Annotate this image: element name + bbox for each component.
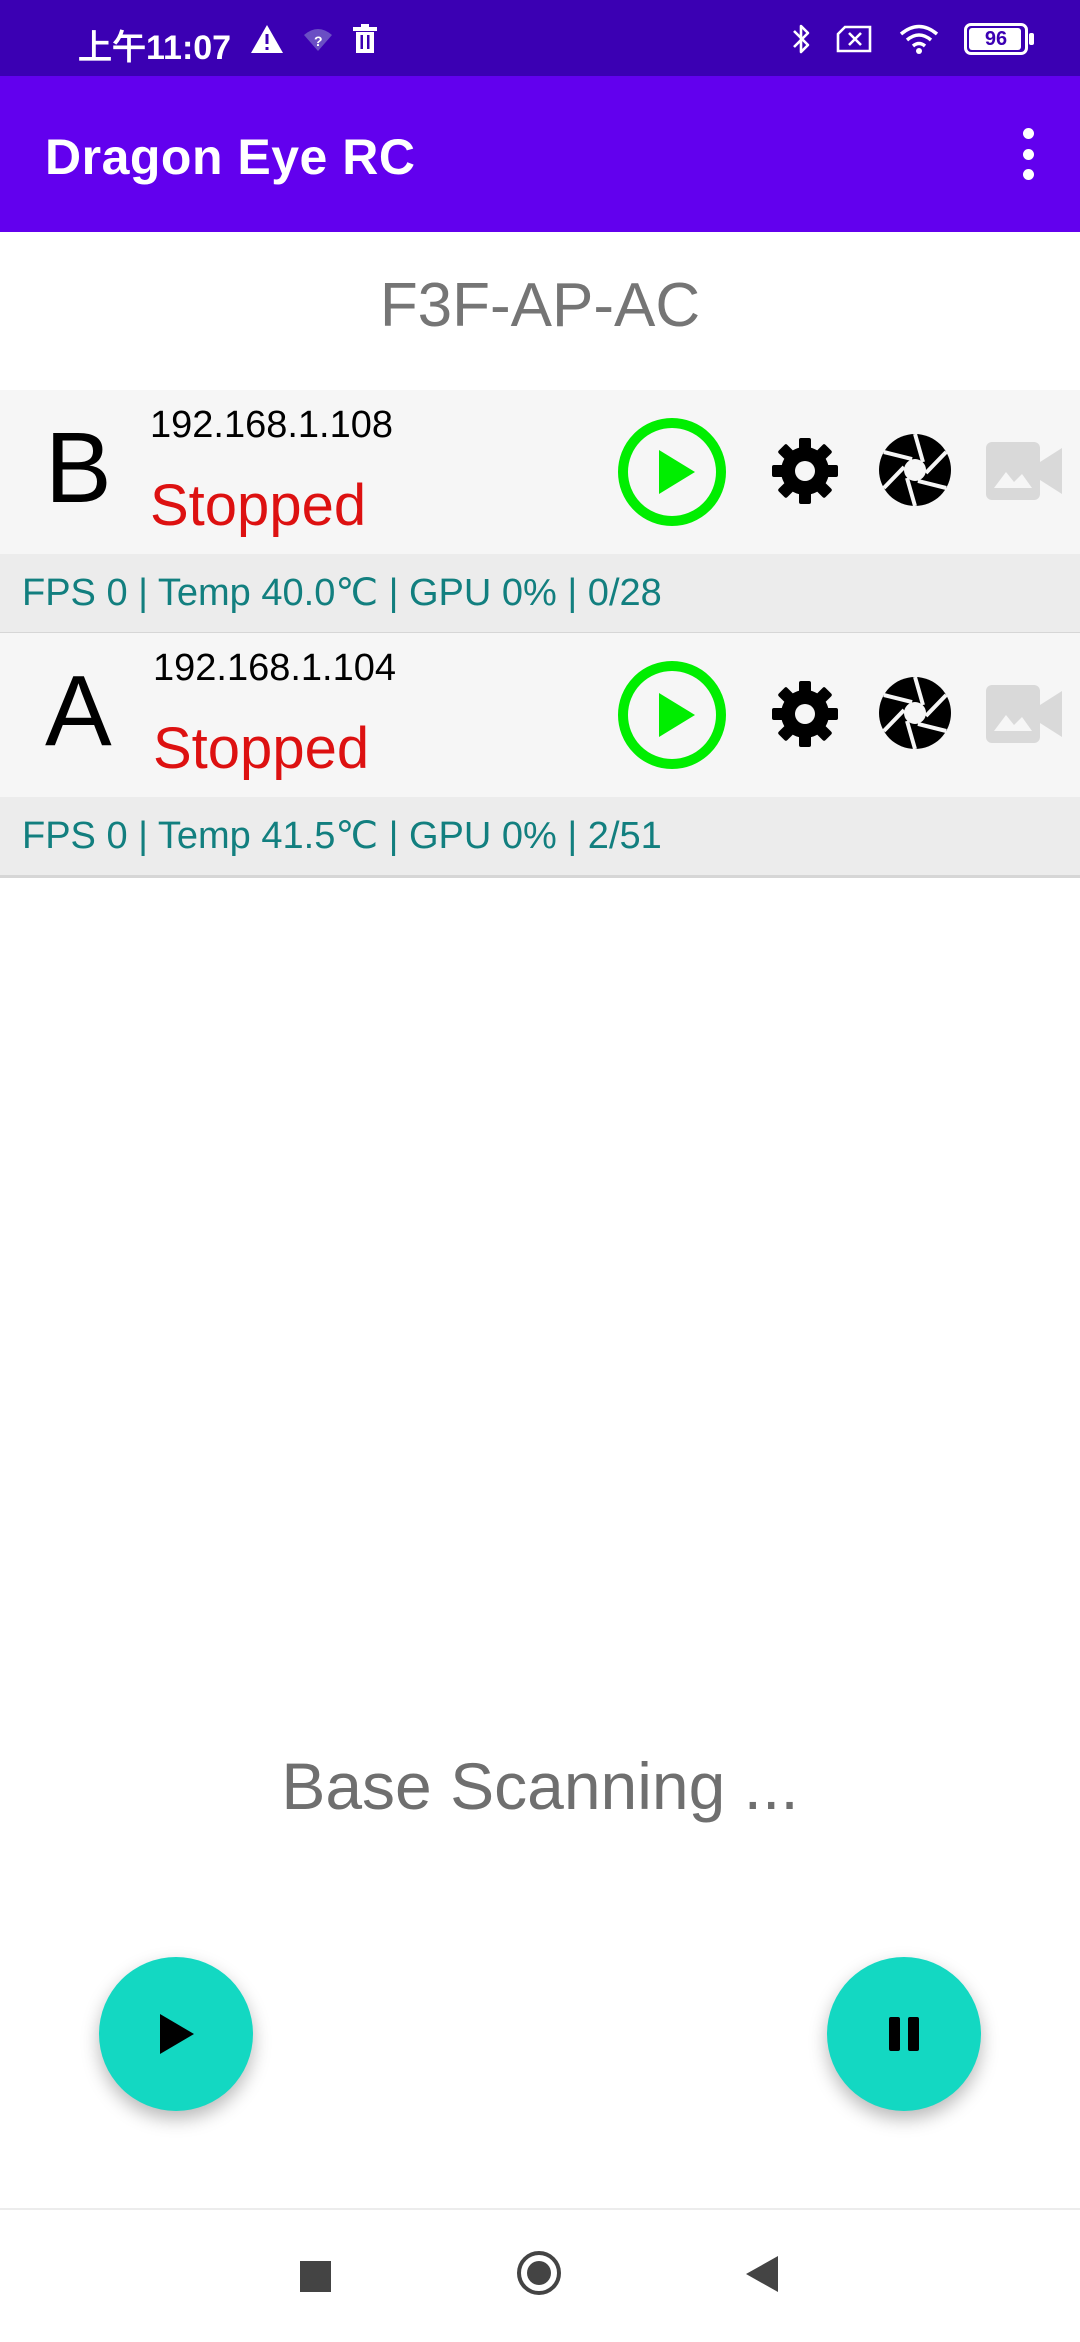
back-triangle-icon[interactable] bbox=[744, 2254, 780, 2294]
trash-icon bbox=[353, 24, 377, 53]
device-status: Stopped bbox=[150, 473, 367, 538]
device-ip: 192.168.1.104 bbox=[153, 647, 397, 689]
status-right-icons: 96 bbox=[790, 22, 1034, 56]
battery-level: 96 bbox=[984, 27, 1008, 50]
overflow-menu-icon[interactable] bbox=[1018, 128, 1038, 180]
camera-shutter-icon[interactable] bbox=[877, 675, 953, 751]
status-left-icons: ? bbox=[250, 24, 378, 54]
scan-status: Base Scanning ... bbox=[281, 1749, 799, 1823]
device-row-b: B 192.168.1.108 Stopped FPS 0 | Temp 40.… bbox=[0, 390, 1080, 635]
video-camera-icon[interactable] bbox=[986, 442, 1062, 500]
app-title: Dragon Eye RC bbox=[45, 129, 416, 185]
gear-icon[interactable] bbox=[768, 677, 842, 751]
status-bar: 上午11:07 ? 96 bbox=[0, 0, 1080, 76]
device-letter: B bbox=[45, 412, 112, 524]
pause-icon bbox=[889, 2017, 919, 2051]
play-circle-icon[interactable] bbox=[617, 660, 727, 770]
device-letter: A bbox=[45, 655, 112, 767]
status-time: 上午11:07 bbox=[78, 29, 232, 67]
camera-shutter-icon[interactable] bbox=[877, 432, 953, 508]
play-icon bbox=[160, 2014, 194, 2054]
wifi-unknown-icon: ? bbox=[304, 29, 332, 51]
app-bar: Dragon Eye RC bbox=[0, 76, 1080, 232]
recents-square-icon[interactable] bbox=[300, 2261, 331, 2292]
warning-icon bbox=[251, 25, 283, 53]
play-circle-icon[interactable] bbox=[617, 417, 727, 527]
wifi-icon bbox=[899, 24, 939, 54]
device-ip: 192.168.1.108 bbox=[150, 404, 394, 446]
device-status: Stopped bbox=[153, 716, 370, 781]
device-stats: FPS 0 | Temp 40.0℃ | GPU 0% | 0/28 bbox=[22, 572, 662, 614]
pause-fab-button[interactable] bbox=[827, 1957, 981, 2111]
gear-icon[interactable] bbox=[768, 434, 842, 508]
start-fab-button[interactable] bbox=[99, 1957, 253, 2111]
device-stats-bar: FPS 0 | Temp 40.0℃ | GPU 0% | 0/28 bbox=[0, 554, 1080, 635]
video-camera-icon[interactable] bbox=[986, 685, 1062, 743]
device-stats-bar: FPS 0 | Temp 41.5℃ | GPU 0% | 2/51 bbox=[0, 797, 1080, 878]
battery-icon: 96 bbox=[964, 23, 1034, 55]
network-name: F3F-AP-AC bbox=[379, 271, 701, 340]
no-sim-icon bbox=[836, 25, 872, 53]
device-main: B 192.168.1.108 Stopped bbox=[0, 390, 1080, 554]
bluetooth-icon bbox=[793, 24, 810, 54]
navigation-bar bbox=[0, 2208, 1080, 2342]
svg-text:?: ? bbox=[314, 33, 323, 49]
device-row-a: A 192.168.1.104 Stopped FPS 0 | Temp 41.… bbox=[0, 633, 1080, 878]
home-circle-icon[interactable] bbox=[516, 2250, 562, 2296]
device-main: A 192.168.1.104 Stopped bbox=[0, 633, 1080, 797]
device-stats: FPS 0 | Temp 41.5℃ | GPU 0% | 2/51 bbox=[22, 815, 662, 857]
